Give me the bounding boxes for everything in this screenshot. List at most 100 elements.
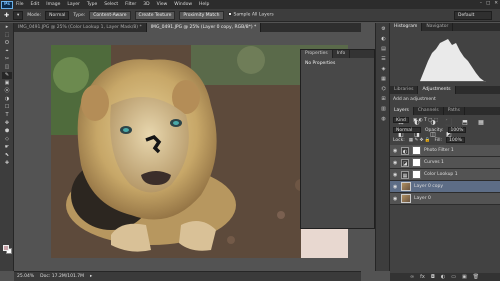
tab-paths[interactable]: Paths bbox=[444, 107, 465, 115]
brush-size-select[interactable]: ▾ bbox=[13, 10, 24, 20]
maximize-icon[interactable]: □ bbox=[486, 1, 490, 6]
document-tab-active[interactable]: IMG_0491.JPG @ 25% (Layer 0 copy, RGB/8*… bbox=[146, 23, 262, 32]
direct-select-tool-icon[interactable]: ⬉ bbox=[2, 152, 12, 159]
checkbox-icon bbox=[227, 12, 232, 17]
character-icon[interactable]: ▤ bbox=[379, 46, 388, 53]
histogram-tabs: Histogram Navigator bbox=[390, 23, 500, 31]
workspace-select[interactable]: Default bbox=[454, 11, 492, 20]
layer-mask-thumb[interactable] bbox=[412, 170, 421, 179]
layer-mask-thumb[interactable] bbox=[412, 158, 421, 167]
layer-0-copy[interactable]: ◉ Layer 0 copy bbox=[390, 181, 500, 193]
path-selection-tool-icon[interactable]: ✥ bbox=[2, 120, 12, 127]
lasso-tool-icon[interactable]: ʘ bbox=[2, 40, 12, 47]
brush-preset-icon[interactable]: ◈ bbox=[379, 66, 388, 73]
clone-source-icon[interactable]: ◍ bbox=[379, 116, 388, 123]
adjust-icon[interactable]: ◐ bbox=[379, 36, 388, 43]
history-brush-tool-icon[interactable]: ◑ bbox=[2, 96, 12, 103]
link-layers-icon[interactable]: ∞ bbox=[410, 274, 414, 280]
lock-icons[interactable]: ▦ ✎ ✥ 🔒 bbox=[409, 138, 431, 143]
type-tool-icon[interactable]: T bbox=[2, 112, 12, 119]
layer-thumbnail bbox=[401, 194, 411, 203]
marquee-tool-icon[interactable]: ⬚ bbox=[2, 32, 12, 39]
sample-all-layers-checkbox[interactable]: Sample All Layers bbox=[227, 12, 274, 18]
layer-curves[interactable]: ◉ ◪ Curves 1 bbox=[390, 157, 500, 169]
doc-size: Doc: 17.2M/101.7M bbox=[40, 274, 84, 279]
foreground-color-swatch[interactable] bbox=[3, 245, 9, 251]
menu-select[interactable]: Select bbox=[104, 2, 118, 7]
tab-histogram[interactable]: Histogram bbox=[390, 23, 423, 31]
menu-filter[interactable]: Filter bbox=[125, 2, 136, 7]
minimize-icon[interactable]: – bbox=[480, 1, 482, 6]
window-controls: – □ ✕ bbox=[480, 1, 498, 6]
zoom-tool-icon[interactable]: ✚ bbox=[2, 160, 12, 167]
swatches-icon[interactable]: ▦ bbox=[379, 76, 388, 83]
fx-icon[interactable]: fx bbox=[420, 274, 425, 280]
hand-tool-icon[interactable]: ☛ bbox=[2, 144, 12, 151]
eye-icon[interactable]: ◉ bbox=[393, 172, 398, 178]
layers-filter-row: Kind ▣ ◐ T ▢ ⬚ bbox=[390, 115, 500, 125]
layer-photo-filter[interactable]: ◉ ◐ Photo Filter 1 bbox=[390, 145, 500, 157]
shape-tool-icon[interactable]: ⬢ bbox=[2, 128, 12, 135]
adjustment-thumb-icon: ▦ bbox=[401, 170, 409, 179]
quick-select-tool-icon[interactable]: ⌖ bbox=[2, 48, 12, 55]
delete-layer-icon[interactable]: 🗑 bbox=[473, 274, 479, 280]
menu-view[interactable]: View bbox=[157, 2, 168, 7]
clone-stamp-tool-icon[interactable]: ⦿ bbox=[2, 88, 12, 95]
move-tool-icon[interactable]: ▸ bbox=[2, 24, 12, 31]
status-arrow-icon[interactable]: ▸ bbox=[90, 274, 92, 279]
options-bar: ✚ ▾ Mode: Normal Type: Content-Aware Cre… bbox=[0, 9, 500, 22]
eyedropper-tool-icon[interactable]: ◫ bbox=[2, 64, 12, 71]
sample-all-layers-label: Sample All Layers bbox=[233, 12, 274, 18]
menu-help[interactable]: Help bbox=[199, 2, 209, 7]
document-tab[interactable]: IMG_0491.JPG @ 25% (Color Lookup 1, Laye… bbox=[14, 23, 147, 32]
new-group-icon[interactable]: ▭ bbox=[451, 274, 456, 280]
blend-mode-select[interactable]: Normal bbox=[393, 127, 421, 133]
kind-filter-select[interactable]: Kind bbox=[393, 117, 409, 123]
fill-label: Fill: bbox=[434, 137, 442, 143]
add-mask-icon[interactable]: ◘ bbox=[431, 274, 435, 280]
content-aware-button[interactable]: Content-Aware bbox=[89, 10, 131, 20]
layer-mask-thumb[interactable] bbox=[412, 146, 421, 155]
menu-image[interactable]: Image bbox=[46, 2, 60, 7]
menu-layer[interactable]: Layer bbox=[67, 2, 80, 7]
new-adjustment-icon[interactable]: ◐ bbox=[441, 274, 445, 280]
crop-tool-icon[interactable]: ✂ bbox=[2, 56, 12, 63]
menu-type[interactable]: Type bbox=[87, 2, 97, 7]
menu-edit[interactable]: Edit bbox=[31, 2, 40, 7]
mode-select[interactable]: Normal bbox=[45, 10, 70, 20]
new-layer-icon[interactable]: ▣ bbox=[462, 274, 467, 280]
tab-channels[interactable]: Channels bbox=[414, 107, 444, 115]
close-icon[interactable]: ✕ bbox=[494, 1, 498, 6]
healing-brush-tool-icon[interactable]: ✎ bbox=[2, 72, 12, 79]
settings-icon[interactable]: ⚙ bbox=[379, 26, 388, 33]
layer-comps-icon[interactable]: ▥ bbox=[379, 106, 388, 113]
tab-layers[interactable]: Layers bbox=[390, 107, 414, 115]
tab-libraries[interactable]: Libraries bbox=[390, 86, 419, 94]
paragraph-icon[interactable]: ☰ bbox=[379, 56, 388, 63]
proximity-match-button[interactable]: Proximity Match bbox=[179, 10, 224, 20]
fill-field[interactable]: 100% bbox=[446, 137, 465, 143]
tab-info[interactable]: Info bbox=[333, 50, 351, 58]
actions-icon[interactable]: ⌬ bbox=[379, 86, 388, 93]
create-texture-button[interactable]: Create Texture bbox=[134, 10, 176, 20]
menu-3d[interactable]: 3D bbox=[143, 2, 149, 7]
menu-file[interactable]: File bbox=[16, 2, 24, 7]
pen-tool-icon[interactable]: ◇ bbox=[2, 136, 12, 143]
tab-adjustments[interactable]: Adjustments bbox=[418, 86, 456, 94]
brush-tool-icon[interactable]: ▣ bbox=[2, 80, 12, 87]
layer-0[interactable]: ◉ Layer 0 bbox=[390, 193, 500, 205]
tab-properties[interactable]: Properties bbox=[301, 50, 333, 58]
eraser-tool-icon[interactable]: ☐ bbox=[2, 104, 12, 111]
layer-color-lookup[interactable]: ◉ ▦ Color Lookup 1 bbox=[390, 169, 500, 181]
tab-navigator[interactable]: Navigator bbox=[422, 23, 454, 31]
eye-icon[interactable]: ◉ bbox=[393, 196, 398, 202]
filter-icons[interactable]: ▣ ◐ T ▢ ⬚ bbox=[413, 118, 438, 123]
menu-window[interactable]: Window bbox=[174, 2, 192, 7]
opacity-field[interactable]: 100% bbox=[447, 127, 467, 133]
spot-healing-tool-icon[interactable]: ✚ bbox=[4, 12, 9, 19]
eye-icon[interactable]: ◉ bbox=[393, 160, 398, 166]
styles-icon[interactable]: ⊞ bbox=[379, 96, 388, 103]
eye-icon[interactable]: ◉ bbox=[393, 148, 398, 154]
zoom-level[interactable]: 25.04% bbox=[17, 274, 34, 279]
eye-icon[interactable]: ◉ bbox=[393, 184, 398, 190]
